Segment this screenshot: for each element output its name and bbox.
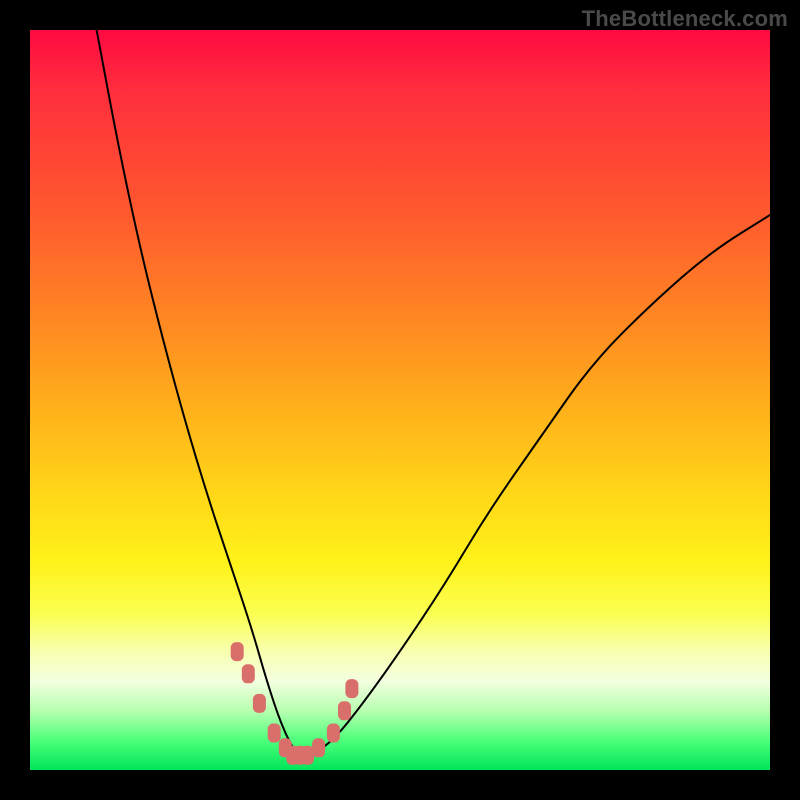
curve-line (97, 30, 770, 755)
valley-marker (253, 694, 265, 712)
valley-marker (339, 702, 351, 720)
valley-marker (346, 680, 358, 698)
valley-marker (313, 739, 325, 757)
watermark-text: TheBottleneck.com (582, 6, 788, 32)
valley-marker (327, 724, 339, 742)
plot-area (30, 30, 770, 770)
chart-frame: TheBottleneck.com (0, 0, 800, 800)
valley-marker (242, 665, 254, 683)
valley-markers (231, 643, 358, 765)
valley-marker (268, 724, 280, 742)
bottleneck-curve (30, 30, 770, 770)
valley-marker (231, 643, 243, 661)
valley-marker (302, 746, 314, 764)
